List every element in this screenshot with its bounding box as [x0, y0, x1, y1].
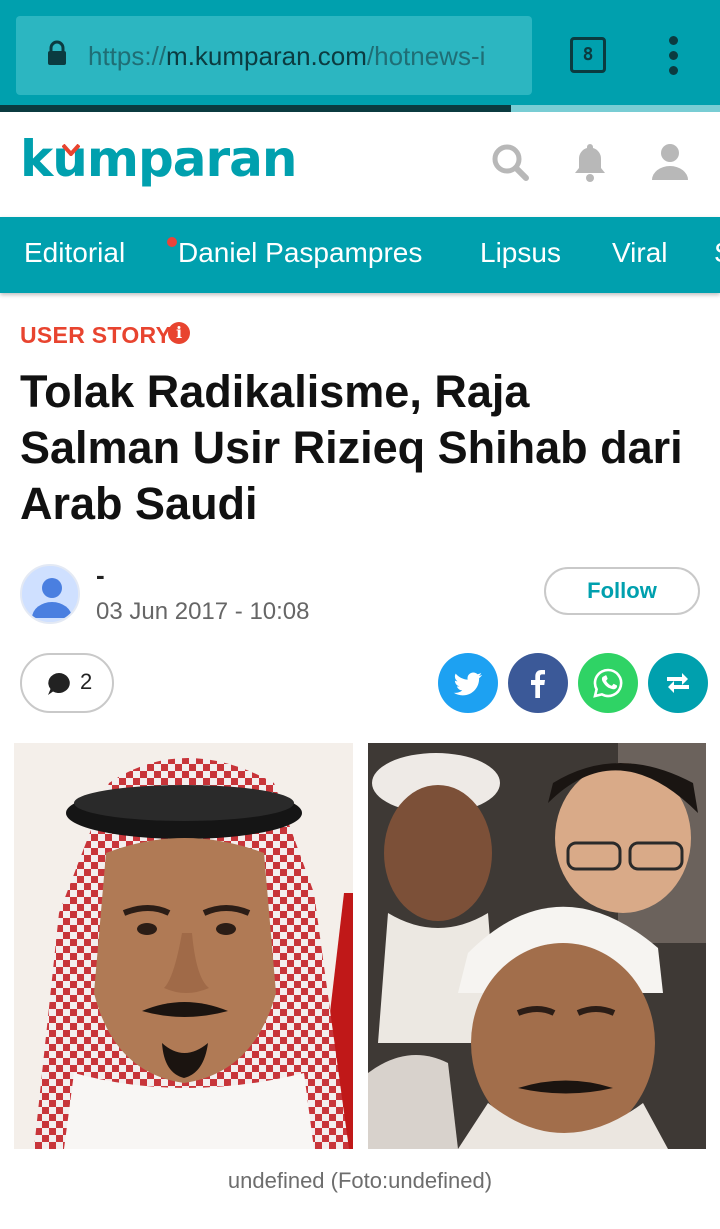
- share-whatsapp-button[interactable]: [578, 653, 638, 713]
- facebook-icon: [531, 670, 545, 698]
- browser-toolbar: https://m.kumparan.com/hotnews-i 8: [0, 0, 720, 112]
- url-text[interactable]: https://m.kumparan.com/hotnews-i: [88, 36, 516, 76]
- browser-menu-icon[interactable]: [662, 34, 686, 78]
- avatar[interactable]: [20, 564, 80, 624]
- twitter-icon: [453, 672, 482, 696]
- logo-chevron-icon: [62, 144, 81, 156]
- photo-right-panel: [368, 743, 706, 1149]
- nav-item-daniel-paspampres[interactable]: Daniel Paspampres: [178, 217, 422, 293]
- share-facebook-button[interactable]: [508, 653, 568, 713]
- logo-part-u: u: [52, 130, 88, 188]
- nav-item-more[interactable]: S: [714, 217, 720, 293]
- bell-icon[interactable]: [568, 140, 612, 184]
- kumparan-logo[interactable]: k u mparan: [20, 130, 297, 200]
- repost-button[interactable]: [648, 653, 708, 713]
- comment-count: 2: [80, 669, 93, 694]
- whatsapp-icon: [593, 668, 623, 698]
- url-host: m.kumparan.com: [166, 41, 367, 71]
- author-name[interactable]: -: [96, 560, 105, 591]
- user-story-label: USER STORY: [20, 322, 172, 348]
- category-nav: Editorial Daniel Paspampres Lipsus Viral…: [0, 217, 720, 293]
- follow-button[interactable]: Follow: [544, 567, 700, 615]
- nav-item-editorial[interactable]: Editorial: [24, 217, 125, 293]
- king-portrait-image: [14, 743, 353, 1149]
- nav-new-dot: [167, 237, 177, 247]
- default-avatar-icon: [22, 566, 78, 622]
- photo-left-panel: [14, 743, 353, 1149]
- crowd-portrait-image: [368, 743, 706, 1149]
- photo-caption: undefined (Foto:undefined): [227, 1168, 493, 1193]
- article-headline: Tolak Radikalisme, Raja Salman Usir Rizi…: [20, 366, 683, 529]
- lock-icon: [48, 40, 66, 65]
- comment-button[interactable]: 2: [20, 653, 114, 713]
- logo-part-2: mparan: [86, 130, 298, 188]
- share-twitter-button[interactable]: [438, 653, 498, 713]
- user-icon[interactable]: [648, 140, 692, 184]
- site-header: k u mparan: [0, 112, 720, 218]
- info-icon[interactable]: i: [168, 322, 190, 344]
- url-path: /hotnews-i: [366, 41, 486, 71]
- repost-icon: [667, 673, 689, 693]
- publish-date: 03 Jun 2017 - 10:08: [96, 598, 310, 625]
- search-icon[interactable]: [488, 140, 532, 184]
- nav-item-viral[interactable]: Viral: [612, 217, 668, 293]
- logo-part-1: k: [20, 130, 53, 188]
- logo-u-letter: u: [52, 130, 88, 188]
- comment-icon: [48, 673, 70, 695]
- article-photo[interactable]: [14, 743, 706, 1149]
- page-load-progress-fill: [0, 105, 512, 112]
- tab-switcher-button[interactable]: 8: [570, 37, 606, 73]
- url-scheme: https://: [88, 41, 167, 71]
- nav-item-lipsus[interactable]: Lipsus: [480, 217, 561, 293]
- page-load-progress: [0, 105, 720, 112]
